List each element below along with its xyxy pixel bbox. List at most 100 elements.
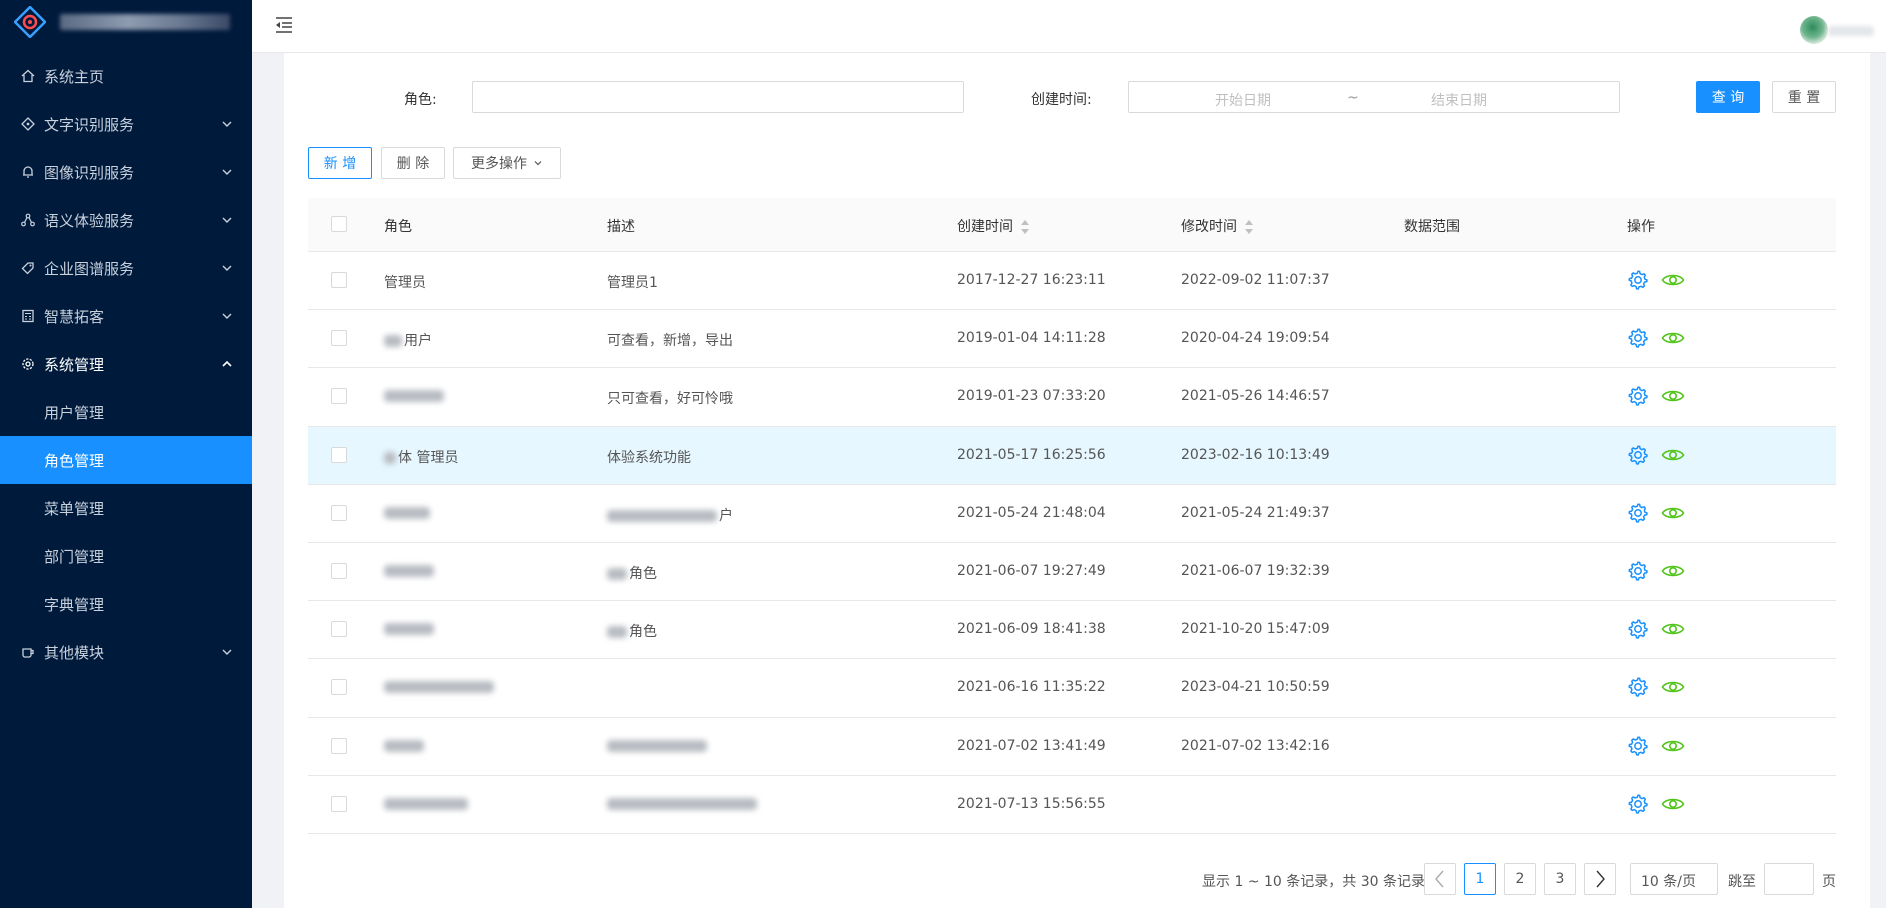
page-2-button[interactable]: 2 xyxy=(1504,863,1536,895)
row-checkbox[interactable] xyxy=(331,795,347,812)
table-row[interactable]: 2021-07-13 15:56:55 xyxy=(308,776,1836,834)
sidebar-item-enterprise-graph[interactable]: 企业图谱服务 xyxy=(0,244,252,292)
cell-created-time: 2021-07-02 13:41:49 xyxy=(957,737,1106,754)
sidebar-subitem-users[interactable]: 用户管理 xyxy=(0,388,252,436)
cell-description: 角色 xyxy=(607,563,657,583)
next-page-button[interactable] xyxy=(1584,863,1616,895)
sidebar-item-text-recognition[interactable]: 文字识别服务 xyxy=(0,100,252,148)
view-eye-icon[interactable] xyxy=(1661,617,1685,641)
sidebar-item-image-recognition[interactable]: 图像识别服务 xyxy=(0,148,252,196)
role-filter-label: 角色: xyxy=(404,92,437,108)
settings-gear-icon[interactable] xyxy=(1626,617,1650,641)
reset-button[interactable]: 重 置 xyxy=(1772,81,1836,113)
view-eye-icon[interactable] xyxy=(1661,443,1685,467)
row-checkbox[interactable] xyxy=(331,388,347,405)
add-button[interactable]: 新 增 xyxy=(308,147,372,179)
sidebar-subitem-dictionary[interactable]: 字典管理 xyxy=(0,580,252,628)
cell-role xyxy=(384,388,446,404)
redacted-text xyxy=(607,509,717,522)
menu-fold-icon[interactable] xyxy=(274,15,294,35)
sort-icon[interactable] xyxy=(1021,220,1029,234)
row-checkbox[interactable] xyxy=(331,621,347,638)
view-eye-icon[interactable] xyxy=(1661,734,1685,758)
page-1-button[interactable]: 1 xyxy=(1464,863,1496,895)
header-data-scope: 数据范围 xyxy=(1404,219,1460,235)
select-all-checkbox[interactable] xyxy=(331,216,347,232)
jump-page-input[interactable] xyxy=(1764,863,1814,895)
row-checkbox[interactable] xyxy=(331,504,347,521)
settings-gear-icon[interactable] xyxy=(1626,326,1650,350)
settings-gear-icon[interactable] xyxy=(1626,792,1650,816)
settings-gear-icon[interactable] xyxy=(1626,384,1650,408)
settings-gear-icon[interactable] xyxy=(1626,559,1650,583)
table-row[interactable]: 角色 2021-06-07 19:27:49 2021-06-07 19:32:39 xyxy=(308,543,1836,602)
date-range-picker[interactable]: 开始日期 ~ 结束日期 xyxy=(1128,81,1620,113)
header-modified-time[interactable]: 修改时间 xyxy=(1181,216,1253,236)
end-date-placeholder[interactable]: 结束日期 xyxy=(1431,90,1487,110)
row-checkbox[interactable] xyxy=(331,272,347,288)
pagination-info: 显示 1 ~ 10 条记录，共 30 条记录 xyxy=(1202,874,1425,890)
role-filter-input[interactable] xyxy=(472,81,964,113)
redacted-text xyxy=(607,797,757,810)
sidebar-subitem-roles[interactable]: 角色管理 xyxy=(0,436,252,484)
settings-gear-icon[interactable] xyxy=(1626,734,1650,758)
view-eye-icon[interactable] xyxy=(1661,501,1685,525)
view-eye-icon[interactable] xyxy=(1661,384,1685,408)
start-date-placeholder[interactable]: 开始日期 xyxy=(1215,90,1271,110)
header-created-time[interactable]: 创建时间 xyxy=(957,216,1029,236)
nodes-icon xyxy=(20,212,36,228)
avatar[interactable] xyxy=(1800,16,1828,44)
table-row[interactable]: 只可查看，好可怜哦 2019-01-23 07:33:20 2021-05-26 1… xyxy=(308,368,1836,427)
redacted-text xyxy=(384,506,430,519)
page-size-select[interactable]: 10 条/页 xyxy=(1630,863,1718,895)
prev-page-button[interactable] xyxy=(1424,863,1456,895)
settings-gear-icon[interactable] xyxy=(1626,268,1650,292)
diamond-icon xyxy=(20,116,36,132)
jump-label: 跳至 xyxy=(1728,874,1756,890)
sidebar-subitem-departments[interactable]: 部门管理 xyxy=(0,532,252,580)
table-row[interactable]: 体 管理员 体验系统功能 2021-05-17 16:25:56 2023-02-16… xyxy=(308,426,1836,485)
settings-gear-icon[interactable] xyxy=(1626,501,1650,525)
settings-gear-icon[interactable] xyxy=(1626,675,1650,699)
table-row[interactable]: 管理员 管理员1 2017-12-27 16:23:11 2022-09-02 11:… xyxy=(308,252,1836,311)
sidebar-item-label: 系统主页 xyxy=(44,67,105,86)
row-checkbox[interactable] xyxy=(331,562,347,579)
redacted-text xyxy=(607,567,627,580)
table-row[interactable]: 角色 2021-06-09 18:41:38 2021-10-20 15:47:09 xyxy=(308,601,1836,660)
cell-created-time: 2021-07-13 15:56:55 xyxy=(957,795,1106,812)
cell-created-time: 2021-05-17 16:25:56 xyxy=(957,446,1106,463)
user-name-blurred[interactable] xyxy=(1828,26,1874,36)
sidebar-subitem-menus[interactable]: 菜单管理 xyxy=(0,484,252,532)
sidebar-item-system-management[interactable]: 系统管理 xyxy=(0,340,252,388)
sort-icon[interactable] xyxy=(1245,220,1253,234)
row-checkbox[interactable] xyxy=(331,679,347,696)
row-checkbox[interactable] xyxy=(331,737,347,754)
view-eye-icon[interactable] xyxy=(1661,326,1685,350)
view-eye-icon[interactable] xyxy=(1661,792,1685,816)
table-row[interactable]: 2021-07-02 13:41:49 2021-07-02 13:42:16 xyxy=(308,718,1836,776)
chevron-down-icon xyxy=(220,645,234,659)
row-checkbox[interactable] xyxy=(331,330,347,347)
more-actions-button[interactable]: 更多操作 xyxy=(453,147,561,179)
cell-created-time: 2021-05-24 21:48:04 xyxy=(957,504,1106,521)
view-eye-icon[interactable] xyxy=(1661,268,1685,292)
bell-icon xyxy=(20,164,36,180)
view-eye-icon[interactable] xyxy=(1661,559,1685,583)
settings-gear-icon[interactable] xyxy=(1626,443,1650,467)
table-row[interactable]: 用户 可查看，新增，导出 2019-01-04 14:11:28 2020-04-24… xyxy=(308,310,1836,369)
redacted-text xyxy=(384,739,424,752)
table-row[interactable]: 户 2021-05-24 21:48:04 2021-05-24 21:49:37 xyxy=(308,485,1836,543)
row-checkbox[interactable] xyxy=(331,446,347,463)
delete-button[interactable]: 删 除 xyxy=(381,147,445,179)
sidebar-item-label: 其他模块 xyxy=(44,643,105,662)
sidebar-item-semantic[interactable]: 语义体验服务 xyxy=(0,196,252,244)
table-row[interactable]: 2021-06-16 11:35:22 2023-04-21 10:50:59 xyxy=(308,659,1836,718)
content-card: 角色: 创建时间: 开始日期 ~ 结束日期 查 询 重 置 新 增 删 除 更多… xyxy=(284,53,1870,908)
chevron-down-icon xyxy=(220,117,234,131)
sidebar-item-home[interactable]: 系统主页 xyxy=(0,52,252,100)
view-eye-icon[interactable] xyxy=(1661,675,1685,699)
sidebar-item-other-modules[interactable]: 其他模块 xyxy=(0,628,252,676)
sidebar-item-smart-prospecting[interactable]: 智慧拓客 xyxy=(0,292,252,340)
page-3-button[interactable]: 3 xyxy=(1544,863,1576,895)
query-button[interactable]: 查 询 xyxy=(1696,81,1760,113)
